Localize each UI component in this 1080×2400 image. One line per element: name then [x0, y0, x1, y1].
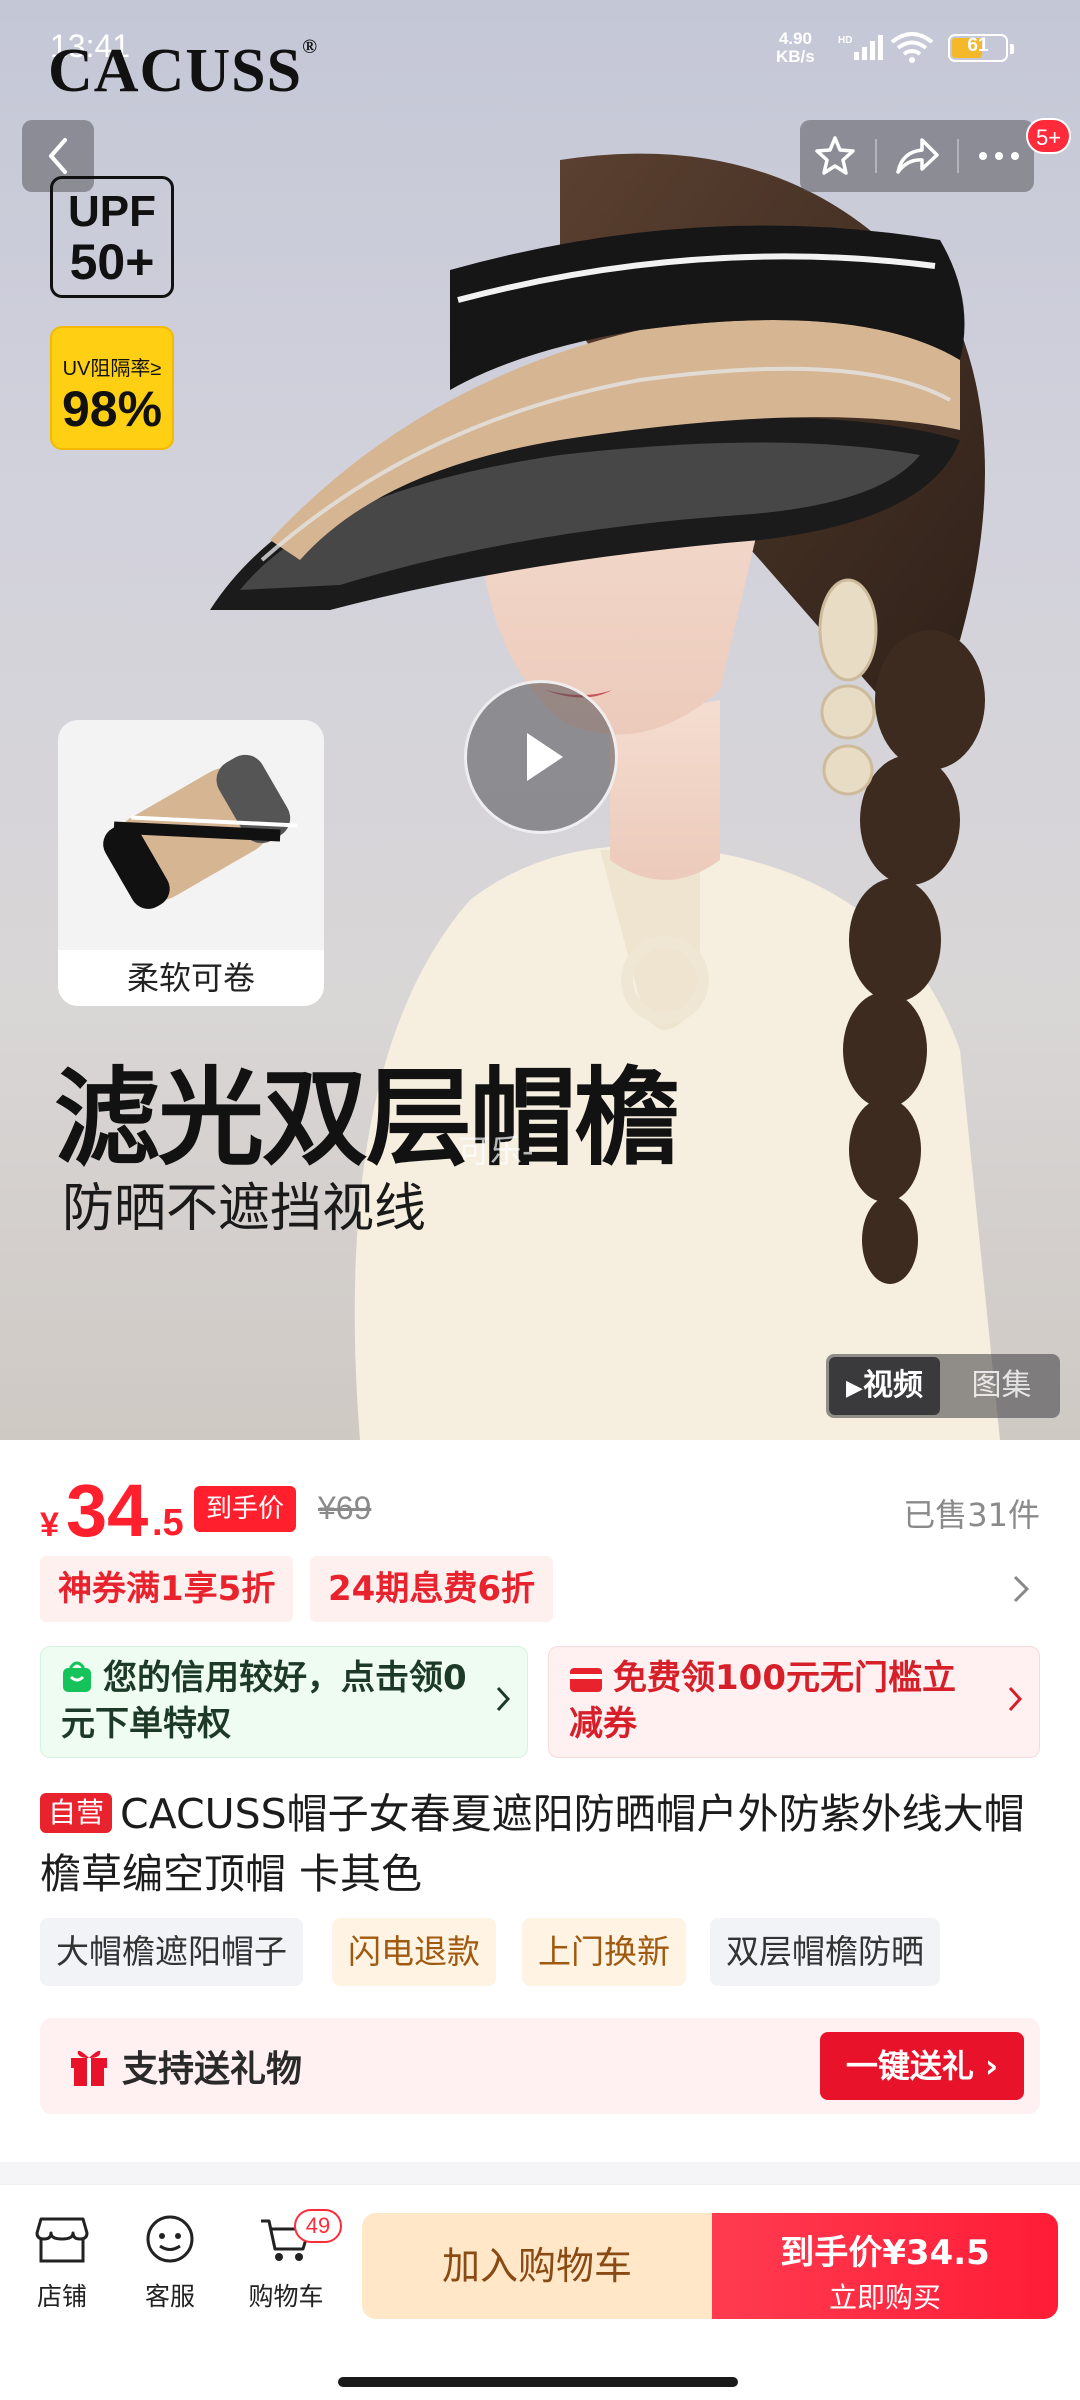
tag-big-brim[interactable]: 大帽檐遮阳帽子 — [40, 1918, 303, 1986]
rollable-caption: 柔软可卷 — [58, 950, 324, 1006]
bottom-action-bar: 店铺 客服 购物车 49 加入购物车 到手价¥34.5 立即购买 — [0, 2184, 1080, 2400]
price-integer: 34 — [66, 1469, 149, 1552]
buy-now-price: 到手价¥34.5 — [780, 2233, 990, 2273]
price-currency: ¥ — [40, 1506, 59, 1544]
uv-label: UV阻隔率≥ — [62, 358, 162, 380]
media-tab-switch: ▶视频 图集 — [826, 1354, 1060, 1418]
final-price-tag: 到手价 — [194, 1486, 297, 1532]
tab-video-label: 视频 — [862, 1368, 923, 1403]
gift-icon — [71, 2050, 107, 2086]
service-label: 客服 — [144, 2282, 195, 2311]
tag-double-brim[interactable]: 双层帽檐防晒 — [710, 1918, 940, 1986]
credit-promo-text: 您的信用较好，点击领0元下单特权 — [61, 1658, 467, 1744]
tags-row: 大帽檐遮阳帽子 闪电退款 上门换新 双层帽檐防晒 — [40, 1918, 1040, 1988]
network-speed-value: 4.90 — [778, 29, 812, 48]
network-speed: 4.90 KB/s — [776, 30, 815, 66]
tab-gallery[interactable]: 图集 — [946, 1357, 1057, 1415]
original-price: ¥69 — [318, 1490, 372, 1526]
home-indicator[interactable] — [338, 2377, 738, 2387]
brand-name: CACUSS — [48, 37, 303, 105]
play-video-button[interactable] — [464, 680, 618, 834]
price-row: ¥ 34 .5 到手价 ¥69 已售31件 — [40, 1468, 1040, 1552]
upf-label: UPF — [68, 187, 156, 236]
card-icon — [570, 1668, 602, 1692]
self-operated-badge: 自营 — [40, 1793, 113, 1833]
send-gift-label: 一键送礼 — [845, 2047, 974, 2085]
gift-bar: 支持送礼物 一键送礼 › — [40, 2018, 1040, 2114]
play-icon — [527, 733, 563, 781]
share-button[interactable] — [887, 126, 947, 186]
upf-badge: UPF 50+ — [50, 176, 174, 298]
wifi-icon — [890, 32, 934, 63]
coupon-row[interactable]: 神券满1享5折 24期息费6折 — [40, 1556, 1040, 1626]
tag-fast-refund[interactable]: 闪电退款 — [332, 1918, 496, 1986]
uv-badge: UV阻隔率≥ 98% — [50, 326, 174, 450]
product-title-text: CACUSS帽子女春夏遮阳防晒帽户外防紫外线大帽檐草编空顶帽 卡其色 — [40, 1790, 1025, 1898]
share-icon — [896, 138, 939, 174]
cart-button[interactable]: 购物车 49 — [236, 2209, 342, 2313]
cart-label: 购物车 — [248, 2282, 324, 2311]
cart-count-badge: 49 — [294, 2209, 342, 2243]
product-title: 自营 CACUSS帽子女春夏遮阳防晒帽户外防紫外线大帽檐草编空顶帽 卡其色 — [40, 1784, 1040, 1904]
hd-label: HD — [838, 35, 852, 46]
add-to-cart-button[interactable]: 加入购物车 — [362, 2213, 712, 2319]
registered-mark: ® — [302, 36, 319, 58]
network-speed-unit: KB/s — [776, 47, 815, 66]
chevron-right-icon — [1008, 1686, 1023, 1712]
star-icon — [815, 136, 855, 175]
rollable-feature-card: 柔软可卷 — [58, 720, 324, 1006]
tab-video[interactable]: ▶视频 — [829, 1357, 940, 1415]
uv-value: 98% — [61, 381, 163, 437]
battery-icon: 61 — [948, 34, 1014, 62]
store-button[interactable]: 店铺 — [12, 2215, 112, 2313]
play-small-icon: ▶ — [846, 1376, 863, 1401]
tag-home-exchange[interactable]: 上门换新 — [522, 1918, 686, 1986]
chevron-left-icon — [49, 138, 67, 174]
send-gift-button[interactable]: 一键送礼 › — [820, 2032, 1024, 2100]
product-hero-image[interactable]: 13:41 4.90 KB/s HD 61 CACUSS® 5+ UPF 50+… — [0, 0, 1080, 1440]
sold-count: 已售31件 — [903, 1496, 1040, 1534]
chevron-right-icon — [1013, 1575, 1030, 1603]
upf-value: 50+ — [69, 234, 155, 290]
more-dots-icon — [979, 152, 1019, 160]
buy-now-label: 立即购买 — [828, 2281, 941, 2314]
product-detail-page: 13:41 4.90 KB/s HD 61 CACUSS® 5+ UPF 50+… — [0, 0, 1080, 2400]
shopping-bag-icon — [63, 1661, 91, 1692]
hero-title: 滤光双层帽檐 — [54, 1055, 680, 1180]
store-label: 店铺 — [36, 2282, 87, 2311]
brand-logo: CACUSS® — [48, 36, 318, 107]
hero-subtitle: 防晒不遮挡视线 — [62, 1179, 427, 1239]
signal-icon: HD — [838, 35, 883, 60]
chat-smile-icon — [146, 2215, 194, 2263]
price-decimal: .5 — [152, 1502, 184, 1544]
store-icon — [35, 2217, 89, 2263]
voucher-promo-text: 免费领100元无门槛立减券 — [569, 1658, 956, 1744]
product-info-panel: ¥ 34 .5 到手价 ¥69 已售31件 神券满1享5折 24期息费6折 您的… — [0, 1440, 1080, 2162]
buy-now-button[interactable]: 到手价¥34.5 立即购买 — [712, 2213, 1058, 2319]
top-action-group — [800, 120, 1034, 192]
rolled-hat-image — [103, 754, 298, 909]
notification-badge: 5+ — [1026, 118, 1072, 154]
credit-promo-card[interactable]: 您的信用较好，点击领0元下单特权 — [40, 1646, 528, 1758]
battery-level: 61 — [967, 35, 989, 56]
watermark-text: 可乐- — [458, 1132, 534, 1170]
chevron-right-icon — [496, 1686, 511, 1712]
tab-gallery-label: 图集 — [971, 1368, 1032, 1403]
coupon-chip: 神券满1享5折 — [40, 1556, 294, 1622]
customer-service-button[interactable]: 客服 — [120, 2215, 220, 2313]
voucher-promo-card[interactable]: 免费领100元无门槛立减券 — [548, 1646, 1040, 1758]
gift-text: 支持送礼物 — [122, 2049, 303, 2090]
favorite-button[interactable] — [805, 126, 865, 186]
more-button[interactable] — [969, 126, 1029, 186]
installment-chip: 24期息费6折 — [310, 1556, 553, 1622]
